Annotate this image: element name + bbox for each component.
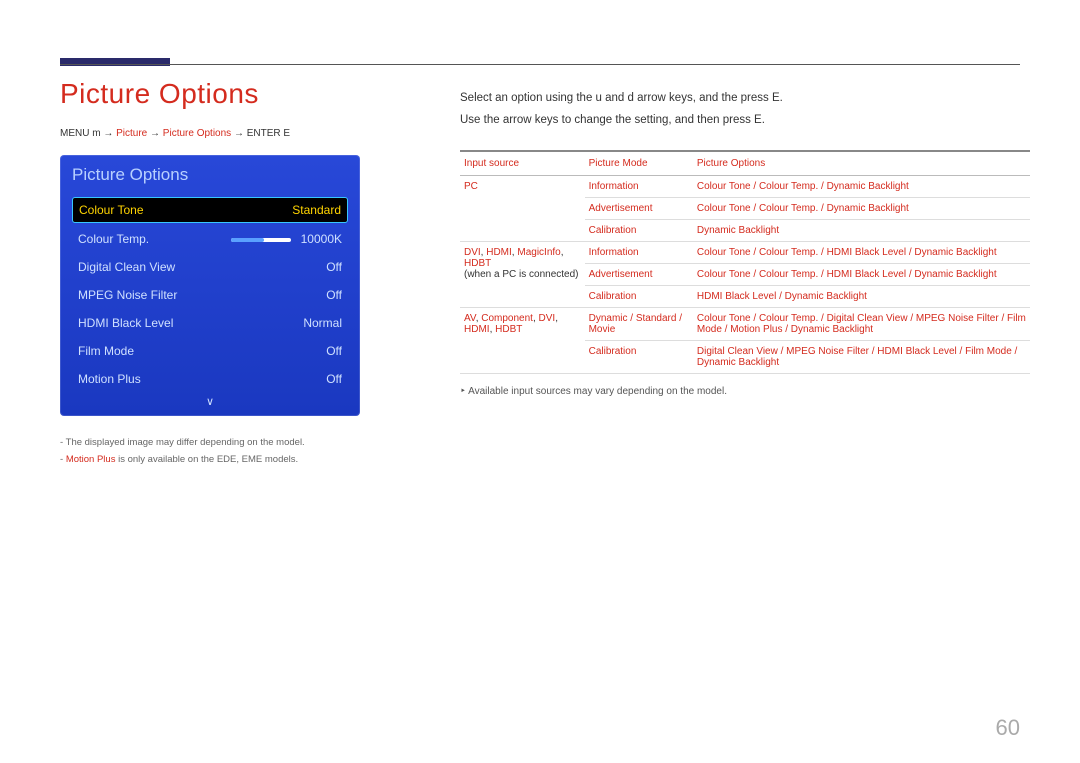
menupath-prefix: MENU m →: [60, 128, 116, 139]
th-picture-mode: Picture Mode: [585, 151, 693, 176]
footnotes-left: - The displayed image may differ dependi…: [60, 434, 380, 468]
chevron-down-icon[interactable]: ∨: [72, 395, 348, 408]
osd-row-colour-tone[interactable]: Colour Tone Standard: [72, 197, 348, 223]
osd-label: MPEG Noise Filter: [78, 288, 177, 302]
menu-path: MENU m → Picture → Picture Options → ENT…: [60, 128, 380, 139]
table-row: DVI, HDMI, MagicInfo, HDBT (when a PC is…: [460, 241, 1030, 263]
th-picture-options: Picture Options: [693, 151, 1030, 176]
table-row: PC Information Colour Tone / Colour Temp…: [460, 175, 1030, 197]
header-rule: [60, 64, 1020, 65]
osd-row-digital-clean-view[interactable]: Digital Clean View Off: [72, 255, 348, 279]
osd-label: Motion Plus: [78, 372, 141, 386]
osd-label: Film Mode: [78, 344, 134, 358]
note-motion-plus-tail: is only available on the EDE, EME models…: [115, 454, 298, 465]
page-title: Picture Options: [60, 78, 380, 110]
osd-value: 10000K: [301, 232, 342, 246]
osd-value: Off: [326, 344, 342, 358]
page-number: 60: [996, 715, 1020, 741]
osd-row-hdmi-black-level[interactable]: HDMI Black Level Normal: [72, 311, 348, 335]
osd-label: Colour Tone: [79, 203, 144, 217]
osd-value: Normal: [303, 316, 342, 330]
table-row: AV, Component, DVI, HDMI, HDBT Dynamic /…: [460, 307, 1030, 340]
osd-row-colour-temp[interactable]: Colour Temp. 10000K: [72, 227, 348, 251]
osd-heading: Picture Options: [72, 165, 348, 185]
osd-row-film-mode[interactable]: Film Mode Off: [72, 339, 348, 363]
osd-row-mpeg-noise-filter[interactable]: MPEG Noise Filter Off: [72, 283, 348, 307]
note-image-differ: The displayed image may differ depending…: [66, 437, 305, 448]
osd-value: Off: [326, 260, 342, 274]
options-table: Input source Picture Mode Picture Option…: [460, 150, 1030, 374]
instruction-line-1: Select an option using the u and d arrow…: [460, 88, 1020, 110]
slider-icon: [231, 238, 291, 242]
table-footnote: Available input sources may vary dependi…: [460, 386, 1020, 397]
menupath-picture-options: Picture Options: [163, 128, 231, 139]
instructions: Select an option using the u and d arrow…: [460, 88, 1020, 132]
osd-row-motion-plus[interactable]: Motion Plus Off: [72, 367, 348, 391]
th-input-source: Input source: [460, 151, 585, 176]
osd-value: Off: [326, 372, 342, 386]
menupath-enter: ENTER E: [247, 128, 290, 139]
note-motion-plus-hl: Motion Plus: [66, 454, 116, 465]
osd-panel: Picture Options Colour Tone Standard Col…: [60, 155, 360, 416]
osd-value: Standard: [292, 203, 341, 217]
osd-label: Digital Clean View: [78, 260, 175, 274]
osd-value: Off: [326, 288, 342, 302]
osd-label: HDMI Black Level: [78, 316, 173, 330]
osd-label: Colour Temp.: [78, 232, 149, 246]
menupath-picture: Picture: [116, 128, 147, 139]
instruction-line-2: Use the arrow keys to change the setting…: [460, 110, 1020, 132]
